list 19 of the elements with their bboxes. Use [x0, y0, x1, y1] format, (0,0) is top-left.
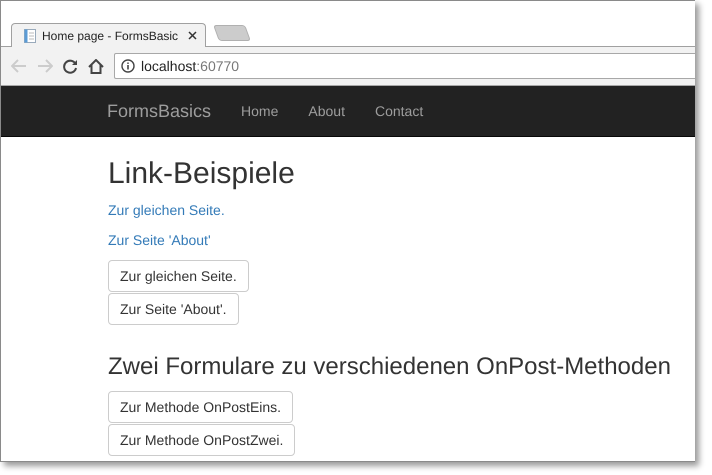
address-field[interactable]: localhost:60770 — [114, 53, 695, 79]
text-link[interactable]: Zur Seite 'About' — [108, 230, 211, 250]
browser-tab[interactable]: Home page - FormsBasic — [11, 23, 206, 47]
brand-link[interactable]: FormsBasics — [107, 100, 212, 122]
close-icon[interactable] — [188, 31, 197, 40]
submit-button[interactable]: Zur Methode OnPostEins. — [108, 391, 294, 423]
info-icon — [121, 59, 135, 73]
section-heading: Zwei Formulare zu verschiedenen OnPost-Methoden — [108, 354, 672, 380]
section-heading: Link-Beispiele — [108, 157, 296, 190]
reload-icon[interactable] — [63, 58, 78, 74]
nav-link[interactable]: Home — [241, 103, 278, 119]
nav-link[interactable]: About — [308, 103, 345, 119]
document-icon — [24, 28, 36, 42]
nav-link[interactable]: Contact — [374, 103, 424, 119]
submit-button[interactable]: Zur gleichen Seite. — [108, 260, 249, 292]
home-icon[interactable] — [88, 58, 104, 74]
text-link[interactable]: Zur gleichen Seite. — [108, 200, 225, 220]
submit-button[interactable]: Zur Methode OnPostZwei. — [108, 424, 296, 456]
submit-button[interactable]: Zur Seite 'About'. — [108, 293, 239, 325]
